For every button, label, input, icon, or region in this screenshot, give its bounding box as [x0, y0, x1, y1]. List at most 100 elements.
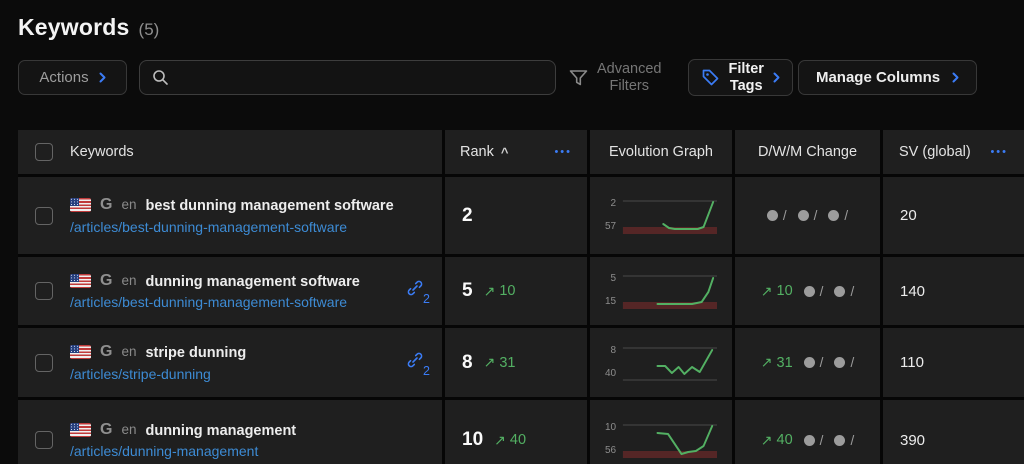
linked-keywords-control[interactable]: 2 [406, 351, 428, 375]
no-change-dot-icon [828, 210, 839, 221]
us-flag-icon [70, 274, 91, 288]
rank-value: 5 [462, 280, 473, 302]
no-change-dot-icon [834, 357, 845, 368]
linked-keywords-control[interactable]: 2 [406, 279, 428, 303]
advanced-filters-line1: Advanced [597, 61, 662, 78]
linked-keywords-count: 2 [423, 364, 430, 378]
us-flag-icon [70, 423, 91, 437]
keyword-info: G en dunning management /articles/dunnin… [70, 421, 428, 459]
header-rank: Rank ^ ••• [445, 130, 587, 174]
header-sv-label: SV (global) [899, 144, 971, 160]
dwm-separator: / [820, 433, 824, 448]
dwm-day-change: ↗31 [761, 354, 793, 371]
table-row-keyword-cell: G en dunning management software /articl… [18, 257, 442, 325]
dwm-day: / [767, 208, 787, 223]
keywords-table: Keywords Rank ^ ••• Evolution Graph D/W/… [18, 130, 1024, 464]
keyword-url-link[interactable]: /articles/dunning-management [70, 443, 428, 459]
dwm-change-cell: / / / [735, 177, 880, 254]
rank-sparkline [621, 270, 717, 312]
actions-button[interactable]: Actions [18, 60, 127, 95]
rank-cell: 10 ↗40 [445, 400, 587, 464]
header-evolution-graph: Evolution Graph [590, 130, 732, 174]
language-label: en [121, 273, 136, 288]
no-change-dot-icon [798, 210, 809, 221]
keyword-text: stripe dunning [145, 343, 398, 363]
toolbar: Actions Advanced Filters Filter Tags Man… [18, 59, 1006, 96]
rank-sparkline [621, 342, 717, 384]
dwm-month: / [834, 433, 854, 448]
google-icon: G [100, 196, 112, 214]
dwm-separator: / [850, 355, 854, 370]
filter-tags-button[interactable]: Filter Tags [688, 59, 793, 96]
sv-column-menu-icon[interactable]: ••• [990, 147, 1008, 158]
keyword-url-link[interactable]: /articles/best-dunning-management-softwa… [70, 294, 398, 310]
graph-bottom-label: 56 [605, 446, 616, 456]
rank-sort-control[interactable]: Rank ^ [460, 144, 508, 160]
link-icon [406, 279, 424, 297]
dwm-week: / [804, 284, 824, 299]
sv-cell: 110 [883, 328, 1024, 397]
dwm-change-cell: ↗31 / / [735, 328, 880, 397]
table-row-keyword-cell: G en stripe dunning /articles/stripe-dun… [18, 328, 442, 397]
keyword-info: G en dunning management software /articl… [70, 272, 398, 310]
up-arrow-icon: ↗ [761, 354, 773, 371]
dwm-separator: / [850, 433, 854, 448]
graph-axis-labels: 8 40 [605, 345, 616, 381]
manage-columns-button[interactable]: Manage Columns [798, 60, 977, 95]
table-row-keyword-cell: G en best dunning management software /a… [18, 177, 442, 254]
graph-bottom-label: 15 [605, 297, 616, 307]
select-all-checkbox[interactable] [35, 143, 53, 161]
rank-change-value: 31 [499, 355, 515, 371]
up-arrow-icon: ↗ [761, 432, 773, 449]
row-checkbox[interactable] [35, 207, 53, 225]
dwm-separator: / [783, 208, 787, 223]
dwm-month: / [834, 284, 854, 299]
keyword-info: G en stripe dunning /articles/stripe-dun… [70, 343, 398, 381]
evolution-graph-cell: 8 40 [590, 328, 732, 397]
dwm-day-change: ↗40 [761, 432, 793, 449]
header-dwm-label: D/W/M Change [758, 144, 857, 160]
dwm-separator: / [814, 208, 818, 223]
keywords-count: (5) [139, 20, 160, 40]
advanced-filters-label: Advanced Filters [597, 61, 662, 94]
up-arrow-icon: ↗ [761, 283, 773, 300]
search-input[interactable] [178, 70, 543, 86]
language-label: en [121, 344, 136, 359]
advanced-filters-control[interactable]: Advanced Filters [568, 61, 662, 94]
dwm-week: / [804, 433, 824, 448]
keyword-info: G en best dunning management software /a… [70, 196, 428, 234]
evolution-graph-cell: 10 56 [590, 400, 732, 464]
rank-value: 10 [462, 429, 483, 451]
graph-top-label: 10 [605, 423, 616, 433]
sv-cell: 390 [883, 400, 1024, 464]
rank-change-value: 40 [510, 432, 526, 448]
search-box[interactable] [139, 60, 556, 95]
keyword-url-link[interactable]: /articles/stripe-dunning [70, 366, 398, 382]
no-change-dot-icon [767, 210, 778, 221]
row-checkbox[interactable] [35, 282, 53, 300]
rank-cell: 8 ↗31 [445, 328, 587, 397]
rank-cell: 5 ↗10 [445, 257, 587, 325]
language-label: en [121, 422, 136, 437]
sv-cell: 20 [883, 177, 1024, 254]
funnel-icon [568, 68, 589, 88]
page-header: Keywords (5) [18, 14, 1006, 41]
rank-change: ↗10 [484, 283, 516, 300]
rank-change: ↗40 [494, 432, 526, 449]
row-checkbox[interactable] [35, 431, 53, 449]
rank-change-value: 10 [499, 283, 515, 299]
rank-column-menu-icon[interactable]: ••• [554, 147, 572, 158]
us-flag-icon [70, 345, 91, 359]
graph-bottom-label: 57 [605, 222, 616, 232]
row-checkbox[interactable] [35, 354, 53, 372]
dwm-separator: / [820, 355, 824, 370]
no-change-dot-icon [834, 286, 845, 297]
up-arrow-icon: ↗ [494, 432, 506, 449]
keyword-url-link[interactable]: /articles/best-dunning-management-softwa… [70, 219, 428, 235]
manage-columns-label: Manage Columns [816, 69, 940, 86]
dwm-change-value: 10 [777, 283, 793, 299]
evolution-graph-cell: 5 15 [590, 257, 732, 325]
header-rank-label: Rank [460, 144, 494, 160]
graph-top-label: 5 [611, 274, 617, 284]
sv-value: 390 [900, 432, 925, 449]
